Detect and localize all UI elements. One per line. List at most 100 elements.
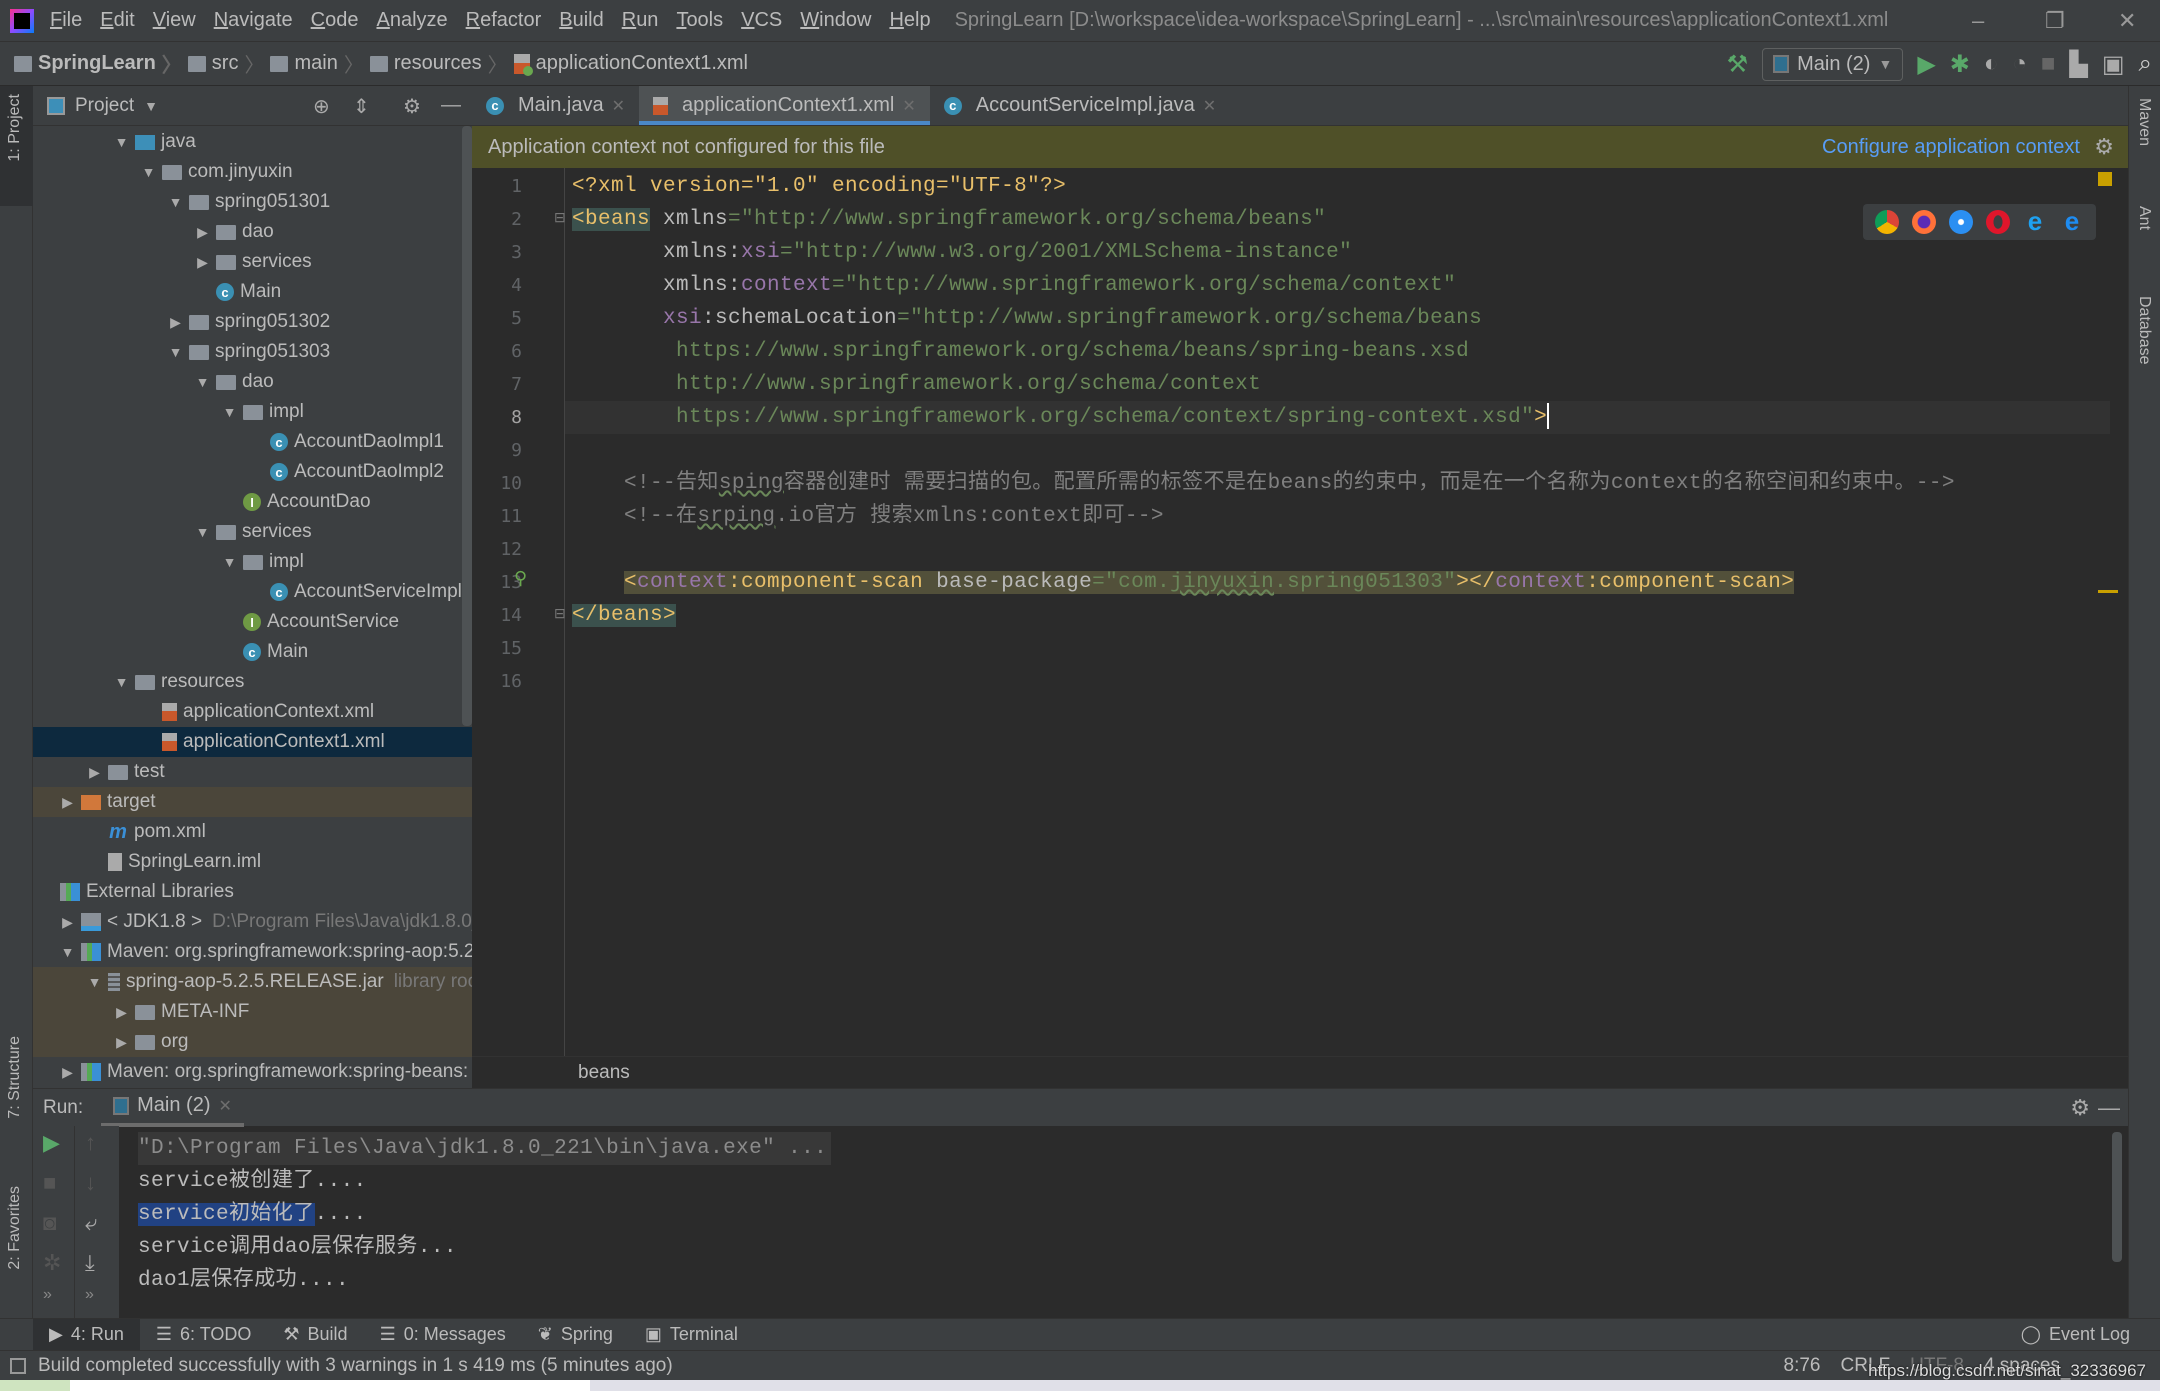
close-icon[interactable]: ✕ [902, 96, 915, 116]
menu-analyze[interactable]: Analyze [376, 9, 447, 32]
edge-icon[interactable]: e [2060, 208, 2084, 234]
menu-file[interactable]: File [50, 9, 82, 32]
tree-item[interactable]: ▶ < JDK1.8 > D:\Program Files\Java\jdk1.8.… [33, 907, 472, 937]
expanded-arrow-icon[interactable]: ▼ [162, 344, 189, 360]
configure-context-link[interactable]: Configure application context [1822, 136, 2080, 159]
menu-vcs[interactable]: VCS [741, 9, 782, 32]
expanded-arrow-icon[interactable]: ▼ [162, 194, 189, 210]
more-icon[interactable]: » [43, 1286, 52, 1304]
tree-item[interactable]: applicationContext1.xml [33, 727, 472, 757]
breadcrumb-item[interactable]: SpringLearn 〉 [14, 49, 182, 78]
close-icon[interactable]: ✕ [219, 1096, 232, 1116]
tool-window-button[interactable]: ▶ 4: Run [33, 1318, 140, 1351]
gear-icon[interactable]: ⚙ [2094, 134, 2114, 160]
run-tab-main[interactable]: Main (2) ✕ [101, 1089, 244, 1127]
collapsed-arrow-icon[interactable]: ▶ [108, 1034, 135, 1051]
status-message[interactable]: Build completed successfully with 3 warn… [38, 1355, 673, 1377]
profile-icon[interactable]: ◔ [2012, 50, 2027, 78]
tree-item[interactable]: ▼ spring051301 [33, 187, 472, 217]
editor-tab[interactable]: c Main.java ✕ [472, 86, 639, 125]
tree-item[interactable]: ▶ target [33, 787, 472, 817]
console-line[interactable]: service被创建了.... [138, 1165, 367, 1198]
tool-window-button[interactable]: ☰ 6: TODO [140, 1319, 268, 1351]
tree-item[interactable]: ▼ Maven: org.springframework:spring-aop:5… [33, 937, 472, 967]
expanded-arrow-icon[interactable]: ▼ [189, 374, 216, 390]
collapsed-arrow-icon[interactable]: ▶ [189, 254, 216, 271]
tree-item[interactable]: ▶ META-INF [33, 997, 472, 1027]
status-toggle-icon[interactable] [10, 1357, 26, 1374]
menu-tools[interactable]: Tools [676, 9, 723, 32]
hide-panel-icon[interactable]: — [441, 94, 461, 117]
build-hammer-icon[interactable]: ⚒ [1727, 50, 1749, 79]
tool-window-button[interactable]: ⚒ Build [267, 1319, 363, 1351]
gear-icon[interactable]: ⚙ [2070, 1095, 2090, 1121]
tree-item[interactable]: ▼ java [33, 127, 472, 157]
tool-window-button[interactable]: ☰ 0: Messages [364, 1319, 522, 1351]
minimize-button[interactable]: – [1972, 8, 1984, 34]
collapsed-arrow-icon[interactable]: ▶ [189, 224, 216, 241]
collapsed-arrow-icon[interactable]: ▶ [54, 1064, 81, 1081]
console-line[interactable]: service调用dao层保存服务... [138, 1231, 457, 1264]
menu-run[interactable]: Run [622, 9, 659, 32]
dump-threads-icon[interactable]: ◙ [43, 1210, 56, 1236]
console-line[interactable]: dao1层保存成功.... [138, 1264, 349, 1297]
stop-icon[interactable]: ■ [2041, 50, 2056, 78]
breadcrumb-item[interactable]: src 〉 [187, 49, 264, 78]
collapsed-arrow-icon[interactable]: ▶ [54, 914, 81, 931]
stop-icon[interactable]: ■ [43, 1170, 56, 1196]
tree-item[interactable]: ▶ org [33, 1027, 472, 1057]
console-line[interactable]: "D:\Program Files\Java\jdk1.8.0_221\bin\… [138, 1132, 832, 1165]
chrome-icon[interactable] [1875, 210, 1899, 234]
tree-item[interactable]: ▼ services [33, 517, 472, 547]
tree-item[interactable]: ▼ com.jinyuxin [33, 157, 472, 187]
menu-help[interactable]: Help [889, 9, 930, 32]
tree-item[interactable]: ▶ Maven: org.springframework:spring-beans… [33, 1057, 472, 1087]
tree-item[interactable]: I AccountService [33, 607, 472, 637]
editor-breadcrumb[interactable]: beans [472, 1056, 2128, 1088]
restore-button[interactable]: ❐ [2045, 8, 2065, 34]
close-icon[interactable]: ✕ [1203, 96, 1216, 116]
up-arrow-icon[interactable]: ↑ [85, 1130, 96, 1156]
code-line[interactable]: <context:component-scan base-package="co… [572, 566, 1795, 599]
console-line[interactable]: service初始化了.... [138, 1198, 367, 1231]
tree-item[interactable]: SpringLearn.iml [33, 847, 472, 877]
code-line[interactable]: xmlns:xsi="http://www.w3.org/2001/XMLSch… [572, 236, 1352, 269]
fold-marker-icon[interactable]: ⊟ [554, 605, 566, 622]
tree-item[interactable]: c AccountDaoImpl2 [33, 457, 472, 487]
locate-icon[interactable]: ⊕ [313, 94, 330, 119]
project-scrollbar[interactable] [462, 126, 472, 726]
terminal-window-icon[interactable]: ▣ [2102, 50, 2125, 79]
maven-tool-button[interactable]: Maven [2135, 98, 2153, 146]
settings-icon[interactable]: ✲ [43, 1250, 61, 1276]
tree-item[interactable]: ▼ impl [33, 547, 472, 577]
chevron-down-icon[interactable]: ▼ [144, 98, 158, 114]
project-tool-button[interactable]: 1: Project [6, 94, 24, 162]
tree-item[interactable]: ▶ services [33, 247, 472, 277]
tree-item[interactable]: c AccountServiceImpl [33, 577, 472, 607]
expanded-arrow-icon[interactable]: ▼ [81, 974, 108, 990]
search-icon[interactable]: ⌕ [2139, 50, 2152, 78]
menu-refactor[interactable]: Refactor [466, 9, 542, 32]
breadcrumb-item[interactable]: resources 〉 [369, 49, 508, 78]
menu-window[interactable]: Window [800, 9, 871, 32]
code-line[interactable]: <!--告知sping容器创建时 需要扫描的包。配置所需的标签不是在beans的… [572, 467, 1955, 500]
collapsed-arrow-icon[interactable]: ▶ [54, 794, 81, 811]
expanded-arrow-icon[interactable]: ▼ [216, 554, 243, 570]
tool-window-button[interactable]: ❦ Spring [522, 1319, 629, 1351]
collapsed-arrow-icon[interactable]: ▶ [108, 1004, 135, 1021]
editor-tab[interactable]: applicationContext1.xml ✕ [639, 86, 930, 125]
tree-item[interactable]: ▼ spring-aop-5.2.5.RELEASE.jar library roo… [33, 967, 472, 997]
structure-tool-button[interactable]: 7: Structure [6, 1036, 24, 1119]
project-structure-icon[interactable]: ▙ [2069, 50, 2087, 79]
tree-item[interactable]: ▶ dao [33, 217, 472, 247]
hide-panel-icon[interactable]: — [2098, 1095, 2120, 1121]
internet-explorer-icon[interactable]: e [2023, 208, 2047, 234]
favorites-tool-button[interactable]: 2: Favorites [6, 1186, 24, 1270]
expanded-arrow-icon[interactable]: ▼ [108, 134, 135, 150]
editor-tab[interactable]: c AccountServiceImpl.java ✕ [930, 86, 1230, 125]
expanded-arrow-icon[interactable]: ▼ [189, 524, 216, 540]
tree-item[interactable]: External Libraries [33, 877, 472, 907]
menu-navigate[interactable]: Navigate [214, 9, 293, 32]
tree-item[interactable]: ▶ test [33, 757, 472, 787]
code-line[interactable]: https://www.springframework.org/schema/b… [572, 335, 1469, 368]
